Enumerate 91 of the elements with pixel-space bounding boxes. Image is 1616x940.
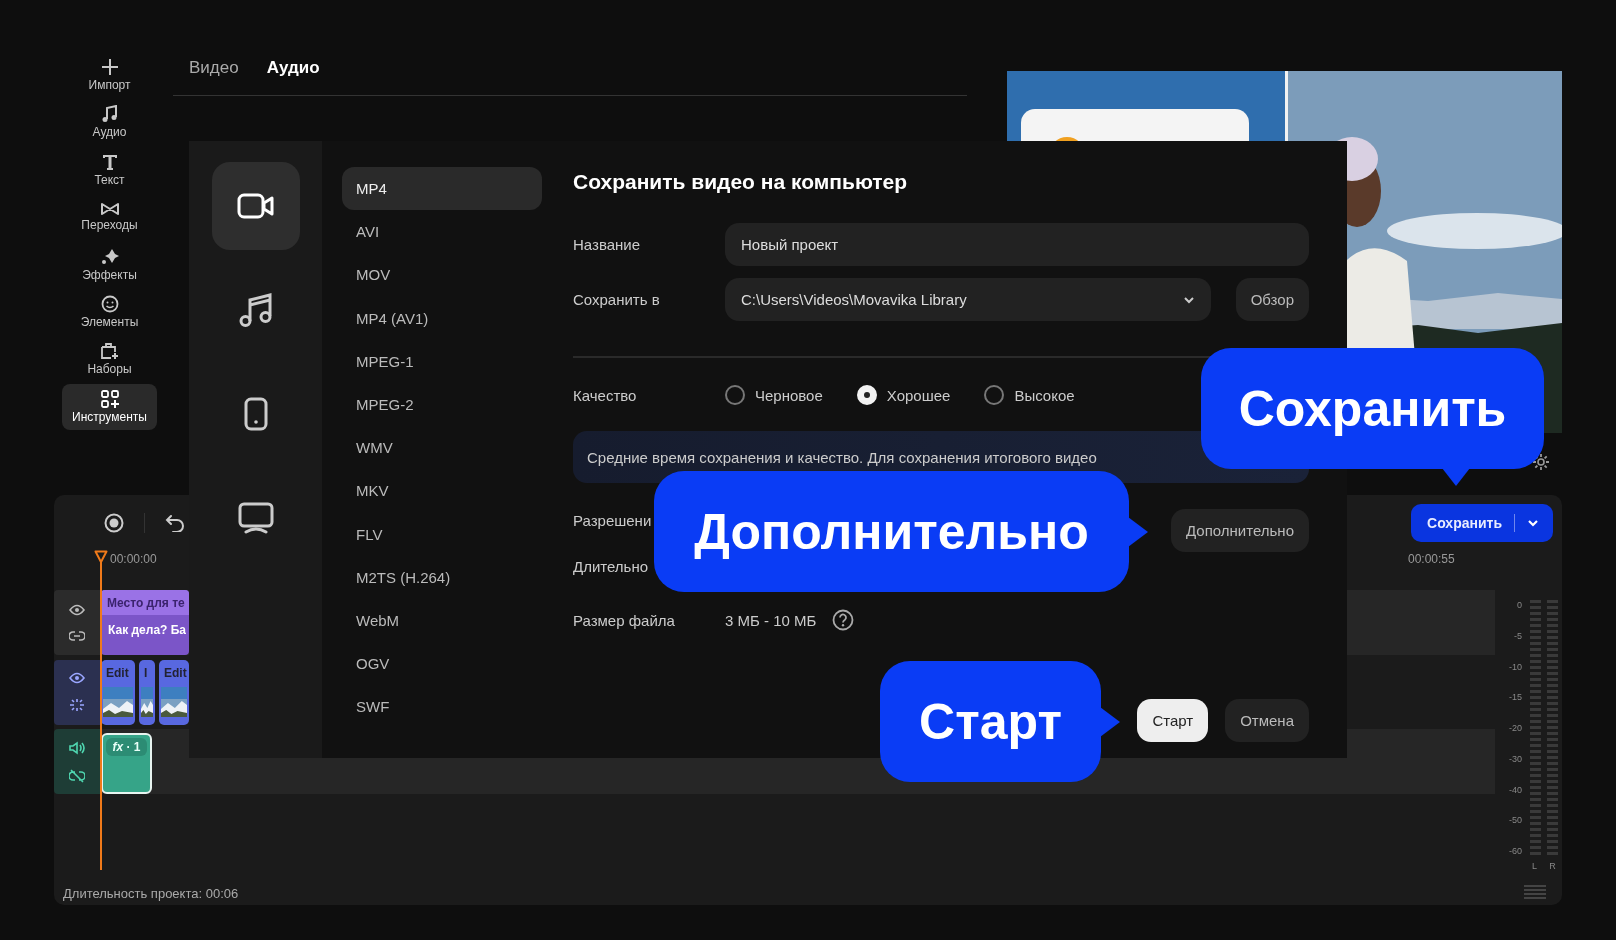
radio-icon[interactable] — [984, 385, 1005, 405]
format-item[interactable]: WebM — [342, 598, 542, 643]
callout-bubble: Сохранить — [1201, 348, 1544, 469]
callout-bubble: Дополнительно — [654, 471, 1129, 592]
format-item[interactable]: FLV — [342, 512, 542, 556]
undo-icon[interactable] — [165, 513, 185, 532]
plus-icon — [100, 58, 119, 76]
caret-icon[interactable] — [1182, 295, 1195, 304]
record-icon[interactable] — [104, 512, 124, 533]
eye-icon[interactable] — [69, 603, 85, 616]
smiley-icon — [100, 294, 119, 313]
meter-scale-label: -50 — [1509, 815, 1522, 826]
format-item[interactable]: AVI — [342, 210, 542, 254]
pointer-icon — [1100, 706, 1120, 737]
file-size: 3 МБ - 10 МБ — [725, 611, 817, 629]
field-label: Качество — [573, 386, 638, 404]
sidebar-item[interactable]: Текст — [62, 146, 157, 193]
audio-clip[interactable]: fx · 1 — [101, 733, 152, 794]
quality-option[interactable]: Хорошее — [856, 385, 951, 405]
channel-label: L — [1532, 861, 1538, 871]
meter-scale-label: -5 — [1514, 630, 1522, 641]
cancel-button[interactable]: Отмена — [1225, 699, 1309, 742]
sidebar-item[interactable]: Элементы — [62, 288, 157, 335]
callout-bubble: Старт — [880, 661, 1101, 782]
folder-dropdown[interactable]: C:\Users\Videos\Movavika Library — [725, 278, 1211, 321]
quality-option[interactable]: Высокое — [984, 385, 1075, 405]
format-item[interactable]: M2TS (H.264) — [342, 555, 542, 599]
help-icon[interactable] — [832, 609, 855, 631]
save-button[interactable]: Сохранить — [1411, 503, 1553, 542]
format-item[interactable]: MKV — [342, 469, 542, 513]
panel-tab[interactable]: Аудио — [266, 58, 320, 78]
format-item[interactable]: MPEG-1 — [342, 339, 542, 383]
sidebar-item[interactable]: Эффекты — [62, 241, 157, 288]
meter-scale-label: 0 — [1517, 600, 1522, 610]
grid-plus-icon — [100, 389, 119, 408]
format-item[interactable]: MOV — [342, 253, 542, 297]
format-item[interactable]: OGV — [342, 642, 542, 686]
meter-scale-label: -30 — [1509, 753, 1522, 764]
advanced-button[interactable]: Дополнительно — [1171, 509, 1309, 552]
sidebar-item[interactable]: Наборы — [62, 336, 157, 383]
meter-scale-label: -10 — [1509, 661, 1522, 672]
format-item[interactable]: SWF — [342, 685, 542, 729]
channel-label: R — [1549, 861, 1556, 871]
sparkle-icon — [99, 247, 120, 266]
eye-icon[interactable] — [69, 672, 85, 684]
pointer-icon — [1128, 516, 1148, 547]
field-label: Размер файла — [573, 611, 676, 629]
category-tab[interactable] — [211, 162, 300, 250]
timecode: 00:00:55 — [1408, 551, 1455, 568]
radio-icon[interactable] — [725, 385, 745, 405]
format-item[interactable]: MP4 (AV1) — [342, 296, 542, 340]
meter-scale-label: -60 — [1509, 846, 1522, 856]
bag-plus-icon — [99, 342, 120, 361]
field-label: Разрешени — [573, 512, 653, 529]
pointer-icon — [1442, 468, 1470, 486]
sidebar-item[interactable]: Переходы — [62, 194, 157, 241]
sidebar-item[interactable]: Аудио — [62, 99, 157, 146]
speaker-icon[interactable] — [69, 740, 85, 755]
music-note-icon — [237, 292, 274, 328]
field-label: Сохранить в — [573, 291, 661, 308]
start-button[interactable]: Старт — [1137, 699, 1209, 742]
monitor-icon — [237, 502, 274, 534]
video-camera-icon — [236, 192, 275, 220]
meter-scale-label: -40 — [1509, 784, 1522, 795]
link-icon[interactable] — [69, 629, 85, 642]
sparkle-icon[interactable] — [69, 698, 85, 712]
status-text: Длительность проекта: 00:06 — [63, 885, 239, 901]
music-note-icon — [100, 105, 119, 124]
sidebar-item[interactable]: Инструменты — [62, 383, 157, 430]
name-field[interactable]: Новый проект — [725, 223, 1309, 266]
browse-button[interactable]: Обзор — [1235, 278, 1309, 321]
playhead[interactable] — [94, 550, 108, 870]
meter-scale-label: -20 — [1509, 723, 1522, 733]
field-label: Длительно — [573, 557, 650, 575]
meter-scale-label: -15 — [1509, 692, 1522, 703]
dialog-title: Сохранить видео на компьютер — [573, 170, 909, 195]
clip-title[interactable]: Место для те — [101, 590, 189, 615]
phone-icon — [243, 397, 268, 431]
clip-text[interactable]: Как дела? Ба — [101, 615, 189, 637]
format-item[interactable]: MP4 — [342, 167, 542, 211]
sidebar-item[interactable]: Импорт — [62, 52, 157, 98]
field-label: Название — [573, 236, 642, 253]
bowtie-icon — [99, 202, 120, 217]
timecode: 00:00:00 — [109, 551, 157, 568]
text-icon — [100, 152, 119, 171]
panel-tab[interactable]: Видео — [189, 58, 239, 78]
quality-option[interactable]: Черновое — [725, 385, 823, 405]
gear-icon[interactable] — [1532, 453, 1550, 471]
unlink-icon[interactable] — [69, 768, 85, 783]
format-item[interactable]: WMV — [342, 426, 542, 470]
format-item[interactable]: MPEG-2 — [342, 382, 542, 427]
